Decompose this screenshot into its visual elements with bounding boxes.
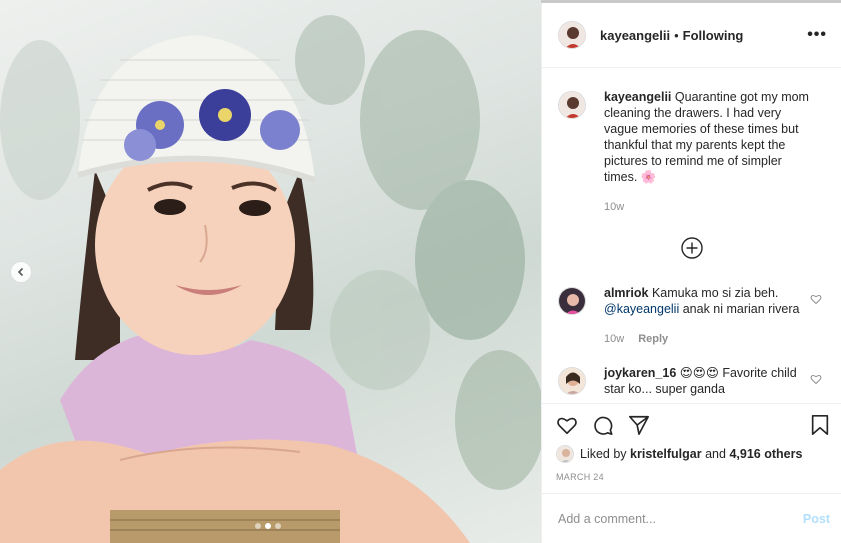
comment-like-heart-icon[interactable] [810, 373, 822, 385]
post-date[interactable]: MARCH 24 [556, 472, 830, 482]
caption-emoji: 🌸 [640, 170, 657, 184]
liker-avatar[interactable] [556, 445, 574, 463]
carousel-dots [255, 523, 281, 529]
author-username[interactable]: kayeangelii [600, 28, 670, 43]
post-header: kayeangelii • Following ••• [542, 3, 841, 68]
comment-avatar[interactable] [558, 367, 586, 395]
post-comment-button[interactable]: Post [803, 512, 830, 526]
caption-time[interactable]: 10w [604, 199, 624, 215]
liker-username[interactable]: kristelfulgar [630, 447, 702, 461]
save-bookmark-icon[interactable] [810, 414, 830, 436]
chevron-left-icon [17, 267, 24, 277]
comment-body: almriok Kamuka mo si zia beh. @kayeangel… [604, 285, 814, 347]
comment-username[interactable]: joykaren_16 [604, 366, 676, 380]
header-separator: • [674, 27, 679, 43]
post-photo[interactable] [0, 0, 541, 543]
comment-mention-link[interactable]: @kayeangelii [604, 302, 679, 316]
post-side-panel: kayeangelii • Following ••• kayeangelii … [541, 3, 841, 543]
caption: kayeangelii Quarantine got my mom cleani… [558, 89, 826, 215]
caption-avatar[interactable] [558, 91, 586, 119]
carousel-dot[interactable] [275, 523, 281, 529]
like-heart-icon[interactable] [556, 414, 578, 436]
comment-like-heart-icon[interactable] [810, 293, 822, 305]
caption-username[interactable]: kayeangelii [604, 90, 671, 104]
comment-avatar[interactable] [558, 287, 586, 315]
photo-illustration [0, 15, 541, 543]
comment-meta: 10w Reply [604, 331, 814, 347]
comment-username[interactable]: almriok [604, 286, 648, 300]
likes-others-link[interactable]: 4,916 others [729, 447, 802, 461]
more-options-icon[interactable]: ••• [807, 26, 827, 44]
likes-prefix: Liked by [580, 447, 627, 461]
load-more-comments-button[interactable] [558, 237, 826, 259]
likes-conjunction: and [705, 447, 726, 461]
likes-summary: Liked by kristelfulgar and 4,916 others [556, 445, 830, 463]
comment-text: Kamuka mo si zia beh. [651, 286, 779, 300]
comment-text-continued: anak ni marian rivera [682, 302, 800, 316]
caption-body: kayeangelii Quarantine got my mom cleani… [604, 89, 814, 215]
comment-time[interactable]: 10w [604, 331, 624, 347]
share-send-icon[interactable] [628, 414, 650, 436]
comment-item: almriok Kamuka mo si zia beh. @kayeangel… [558, 285, 826, 347]
carousel-dot[interactable] [265, 523, 271, 529]
comment-body: joykaren_16 😍😍😍 Favorite child star ko..… [604, 365, 814, 397]
reply-button[interactable]: Reply [638, 331, 668, 347]
carousel-prev-button[interactable] [10, 261, 32, 283]
carousel-dot[interactable] [255, 523, 261, 529]
instagram-post-window: kayeangelii • Following ••• kayeangelii … [0, 0, 841, 543]
author-avatar[interactable] [558, 21, 586, 49]
follow-status-button[interactable]: Following [683, 28, 744, 43]
add-comment-bar: Post [542, 493, 841, 543]
caption-text: Quarantine got my mom cleaning the drawe… [604, 90, 809, 184]
comment-bubble-icon[interactable] [592, 414, 614, 436]
comment-item: joykaren_16 😍😍😍 Favorite child star ko..… [558, 365, 826, 397]
add-comment-input[interactable] [558, 511, 803, 526]
post-actions: Liked by kristelfulgar and 4,916 others … [542, 403, 841, 482]
caption-meta: 10w [604, 199, 814, 215]
plus-circle-icon [681, 237, 703, 259]
comments-section[interactable]: kayeangelii Quarantine got my mom cleani… [542, 69, 841, 403]
action-icons-row [556, 414, 830, 436]
